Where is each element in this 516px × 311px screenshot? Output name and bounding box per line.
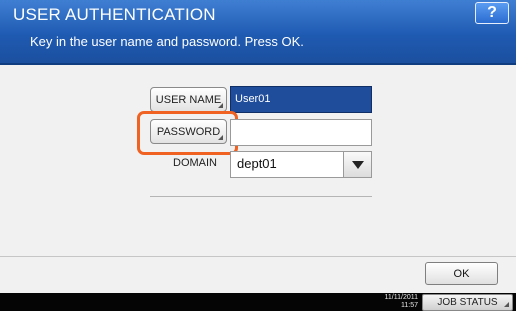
ok-button[interactable]: OK xyxy=(425,262,498,285)
username-button[interactable]: USER NAME xyxy=(150,87,227,112)
username-field[interactable]: User01 xyxy=(230,86,372,113)
domain-select[interactable]: dept01 xyxy=(230,151,372,178)
corner-arrow-icon xyxy=(218,103,223,108)
help-button[interactable]: ? xyxy=(475,2,509,24)
domain-label: DOMAIN xyxy=(173,157,217,169)
password-highlight xyxy=(137,111,238,155)
instruction-text: Key in the user name and password. Press… xyxy=(30,34,304,49)
form-divider xyxy=(150,196,372,197)
bottom-divider xyxy=(0,256,516,257)
domain-value: dept01 xyxy=(237,156,277,171)
username-label: USER NAME xyxy=(155,93,222,106)
time-text: 11:57 xyxy=(401,302,418,309)
auth-screen: USER AUTHENTICATION ? Key in the user na… xyxy=(0,0,516,311)
job-status-label: JOB STATUS xyxy=(437,297,498,308)
page-title: USER AUTHENTICATION xyxy=(13,5,216,24)
corner-arrow-icon xyxy=(504,302,509,307)
header-divider xyxy=(0,63,516,65)
title-bar: USER AUTHENTICATION ? Key in the user na… xyxy=(0,0,516,63)
chevron-down-icon xyxy=(351,160,364,169)
date-time: 11/11/2011 11:57 xyxy=(370,294,418,310)
password-field[interactable] xyxy=(230,119,372,146)
job-status-button[interactable]: JOB STATUS xyxy=(422,294,513,311)
date-text: 11/11/2011 xyxy=(384,294,418,301)
domain-dropdown-button[interactable] xyxy=(343,152,371,177)
